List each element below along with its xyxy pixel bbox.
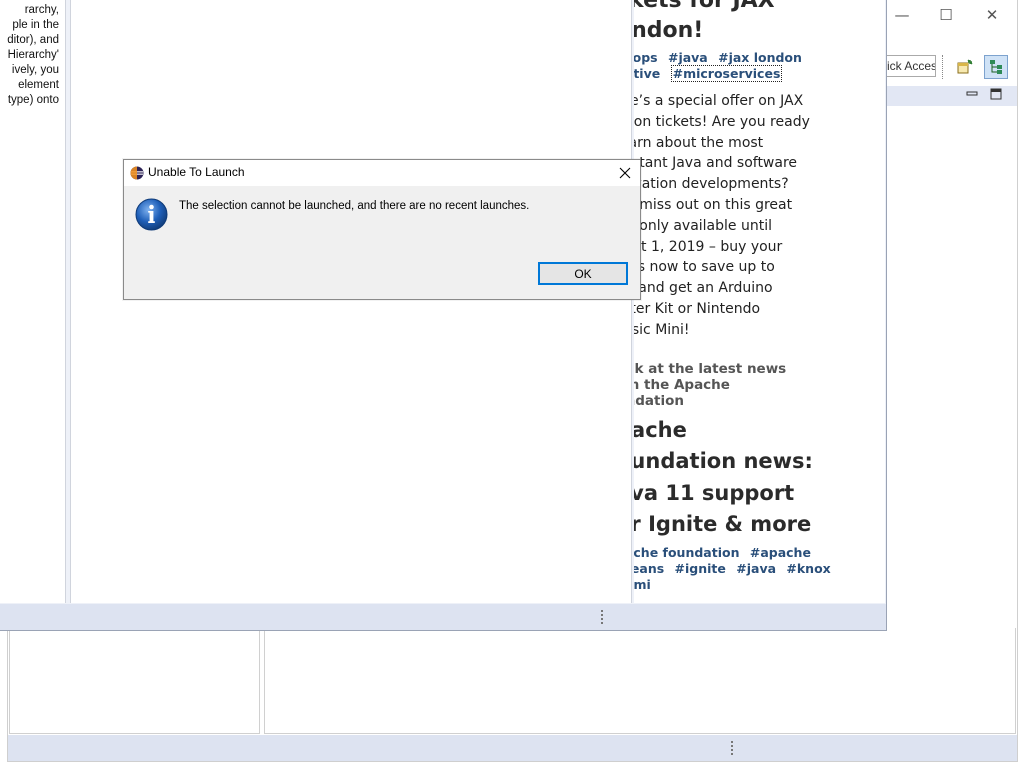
news-tags: evops #java #jax london native #microser…: [634, 50, 881, 82]
news-paragraph: ere’s a special offer on JAX ndon ticket…: [634, 91, 881, 341]
paragraph-line: arter Kit or Nintendo: [634, 300, 761, 317]
headline-line: ava 11 support: [634, 480, 795, 505]
paragraph-line: kets now to save up to: [634, 259, 775, 276]
tag-link[interactable]: #knox: [786, 561, 830, 576]
outline-help-view: rarchy, ple in the ditor), and Hierarchy…: [0, 0, 66, 603]
status-bar-grip[interactable]: [731, 741, 734, 755]
toolbar-separator: [942, 55, 944, 79]
minimize-button[interactable]: —: [882, 2, 922, 28]
tag-link[interactable]: native: [634, 66, 660, 81]
section-heading-line: ook at the latest news: [634, 360, 787, 377]
editor-area[interactable]: [70, 0, 632, 603]
dialog-message: The selection cannot be launched, and th…: [179, 200, 530, 212]
outline-help-text: rarchy, ple in the ditor), and Hierarchy…: [0, 3, 59, 108]
news-section-heading: ook at the latest news om the Apache und…: [634, 361, 881, 409]
paragraph-line: gust 1, 2019 – buy your: [634, 238, 783, 255]
help-line: element: [18, 79, 59, 91]
headline-line: ckets for JAX: [634, 0, 775, 13]
tag-link[interactable]: nomi: [634, 577, 651, 592]
tag-link[interactable]: #ignite: [675, 561, 726, 576]
eclipse-icon: [130, 166, 144, 180]
paragraph-line: ere’s a special offer on JAX: [634, 93, 804, 109]
minimize-view-button[interactable]: [966, 88, 978, 100]
tag-link[interactable]: evops: [634, 50, 658, 65]
quick-access-field[interactable]: Quick Access: [880, 55, 936, 77]
close-window-button[interactable]: ✕: [972, 2, 1012, 28]
headline-line: pache: [634, 417, 687, 442]
maximize-button[interactable]: ☐: [926, 2, 966, 28]
paragraph-line: learn about the most: [634, 134, 764, 151]
headline-line: ondon!: [634, 18, 704, 43]
tag-link[interactable]: tbeans: [634, 561, 664, 576]
perspective-hierarchy-icon: [990, 60, 1002, 74]
tag-link[interactable]: #microservices: [670, 65, 783, 82]
help-line: ditor), and: [7, 34, 59, 46]
news-tags-2: pache foundation #apache tbeans #ignite …: [634, 545, 881, 593]
paragraph-line: assic Mini!: [634, 321, 690, 338]
minimize-view-icon: [966, 91, 978, 96]
tag-link[interactable]: #apache: [750, 545, 811, 560]
paragraph-line: ndon tickets! Are you ready: [634, 113, 810, 130]
ok-button[interactable]: OK: [538, 262, 628, 285]
java-perspective-button[interactable]: [984, 55, 1008, 79]
open-perspective-icon: [957, 59, 973, 74]
background-bottom-main-view: [264, 628, 1016, 734]
help-line: rarchy,: [24, 4, 59, 16]
paragraph-line: 00 and get an Arduino: [634, 280, 773, 297]
dialog-title: Unable To Launch: [148, 165, 245, 179]
status-bar: [0, 604, 886, 630]
paragraph-line: n’t miss out on this great: [634, 196, 793, 213]
paragraph-line: er, only available until: [634, 217, 772, 234]
news-view: ckets for JAX ondon! evops #java #jax lo…: [634, 0, 885, 603]
background-window-right-panel: [886, 0, 1017, 735]
open-perspective-button[interactable]: [953, 55, 977, 79]
background-status-bar: [8, 735, 1017, 761]
help-line: ively, you: [11, 64, 59, 76]
dialog-close-button[interactable]: [616, 164, 634, 182]
help-line: ple in the: [12, 19, 59, 31]
tag-link[interactable]: #jax london: [718, 50, 802, 65]
news-headline-2[interactable]: pache oundation news: ava 11 support or …: [634, 415, 881, 541]
help-line: Hierarchy': [7, 49, 59, 61]
maximize-view-icon: [990, 88, 1002, 100]
info-icon: [135, 198, 168, 231]
status-bar-grip[interactable]: [601, 610, 604, 624]
front-eclipse-window: rarchy, ple in the ditor), and Hierarchy…: [0, 0, 887, 631]
news-headline[interactable]: ckets for JAX ondon!: [634, 0, 881, 46]
tag-link[interactable]: pache foundation: [634, 545, 739, 560]
dialog-title-bar[interactable]: Unable To Launch: [124, 160, 640, 186]
tag-link[interactable]: #java: [668, 50, 708, 65]
tag-link[interactable]: #java: [736, 561, 776, 576]
headline-line: or Ignite & more: [634, 512, 812, 537]
headline-line: oundation news:: [634, 449, 813, 474]
help-line: type) onto: [7, 94, 59, 106]
maximize-view-button[interactable]: [990, 88, 1002, 100]
close-icon: [619, 167, 631, 179]
unable-to-launch-dialog: Unable To Launch The selection cannot be…: [123, 159, 641, 300]
section-heading-line: om the Apache: [634, 376, 730, 393]
paragraph-line: novation developments?: [634, 176, 789, 193]
background-bottom-left-view: [9, 628, 260, 734]
section-heading-line: undation: [634, 392, 684, 409]
paragraph-line: portant Java and software: [634, 155, 798, 172]
